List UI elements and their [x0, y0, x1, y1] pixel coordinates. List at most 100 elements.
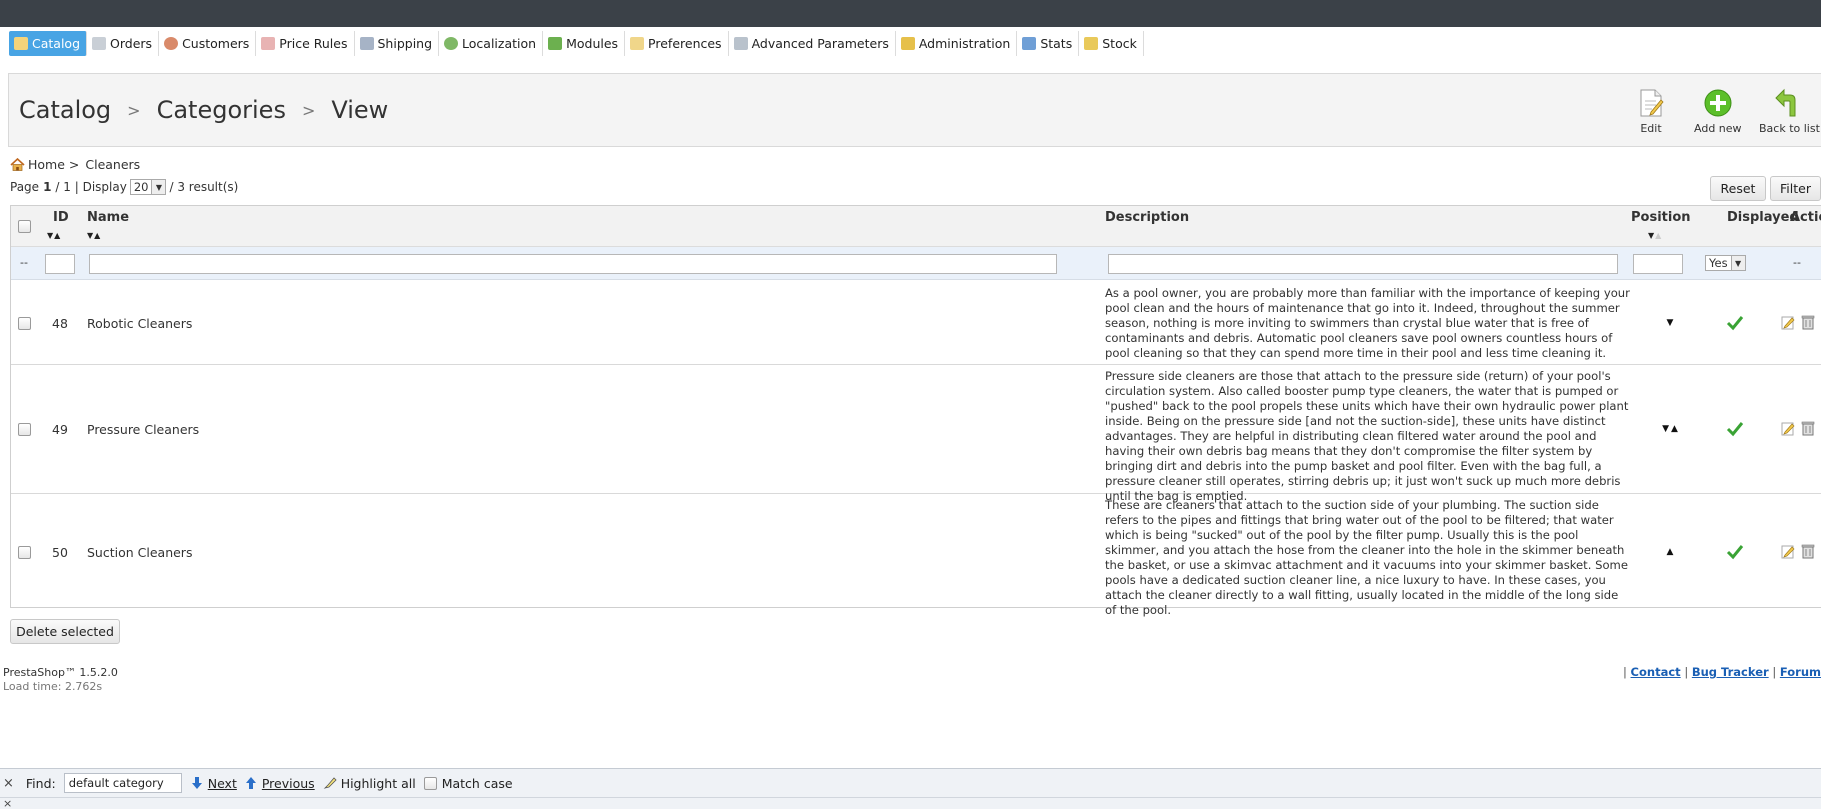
price-rules-icon [261, 37, 276, 50]
delete-selected-button[interactable]: Delete selected [10, 619, 120, 644]
filter-position-input[interactable] [1633, 254, 1683, 274]
match-case-checkbox[interactable]: Match case [423, 776, 513, 791]
row-checkbox[interactable] [18, 423, 31, 436]
enabled-check-icon[interactable] [1726, 421, 1744, 437]
table-row[interactable]: 50 Suction Cleaners These are cleaners t… [11, 494, 1821, 617]
page-title: Catalog > Categories > View [19, 96, 388, 124]
menu-administration[interactable]: Administration [896, 31, 1018, 56]
browser-top-bar [0, 0, 1821, 27]
chevron-right-icon: > [301, 100, 316, 120]
page-toolbar: Catalog > Categories > View Edit Add new… [8, 73, 1821, 147]
display-count-select[interactable]: 20 ▼ [129, 179, 167, 195]
table-row[interactable]: 48 Robotic Cleaners As a pool owner, you… [11, 281, 1821, 365]
filter-button[interactable]: Filter [1770, 176, 1821, 201]
sort-id-arrows[interactable]: ▼▲ [47, 231, 61, 240]
cart-icon [92, 37, 107, 50]
add-new-button[interactable]: Add new [1694, 88, 1742, 135]
menu-localization[interactable]: Localization [439, 31, 544, 56]
delete-trash-icon[interactable] [1801, 421, 1815, 436]
title-crumb-catalog[interactable]: Catalog [19, 96, 111, 124]
back-arrow-icon [1775, 88, 1796, 117]
chevron-down-icon: ▼ [1730, 256, 1745, 270]
row-description: Pressure side cleaners are those that at… [1105, 369, 1629, 503]
edit-pencil-icon[interactable] [1781, 315, 1795, 330]
footer-bug-tracker-link[interactable]: Bug Tracker [1692, 665, 1769, 679]
filter-checkbox-placeholder: -- [20, 256, 28, 269]
edit-button[interactable]: Edit [1637, 88, 1665, 135]
breadcrumb-current: Cleaners [85, 157, 141, 172]
table-row[interactable]: 49 Pressure Cleaners Pressure side clean… [11, 365, 1821, 503]
reset-button[interactable]: Reset [1710, 176, 1766, 201]
add-new-label: Add new [1694, 122, 1742, 135]
match-case-box[interactable] [423, 776, 437, 790]
table-header: ID ▼▲ Name ▼▲ Description Position ▼▲ Di… [11, 206, 1821, 247]
edit-pencil-icon[interactable] [1781, 544, 1795, 559]
close-find-bar-icon[interactable]: × [3, 776, 14, 791]
row-name[interactable]: Pressure Cleaners [87, 422, 199, 437]
row-name[interactable]: Robotic Cleaners [87, 316, 192, 331]
menu-stats[interactable]: Stats [1017, 31, 1080, 56]
footer-contact-link[interactable]: Contact [1631, 665, 1681, 679]
menu-modules-label: Modules [566, 36, 619, 51]
menu-catalog[interactable]: Catalog [9, 31, 88, 56]
position-move-arrows[interactable]: ▼▲ [1651, 424, 1691, 434]
truck-icon [359, 37, 374, 50]
menu-stock[interactable]: Stock [1079, 31, 1144, 56]
filter-displayed-value: Yes [1709, 256, 1728, 270]
chart-icon [1022, 37, 1037, 50]
position-move-arrows[interactable]: ▼ [1651, 318, 1691, 328]
enabled-check-icon[interactable] [1726, 315, 1744, 331]
add-circle-icon [1704, 89, 1732, 117]
find-previous-button[interactable]: Previous [245, 776, 315, 791]
menu-customers[interactable]: Customers [159, 31, 257, 56]
menu-orders[interactable]: Orders [87, 31, 160, 56]
menu-price-rules[interactable]: Price Rules [256, 31, 355, 56]
row-id: 49 [52, 422, 68, 437]
enabled-check-icon[interactable] [1726, 544, 1744, 560]
menu-customers-label: Customers [182, 36, 250, 51]
breadcrumb-home-link[interactable]: Home > [28, 157, 79, 172]
filter-row: -- Yes ▼ -- [11, 247, 1821, 280]
filter-description-input[interactable] [1108, 254, 1618, 274]
sort-position-arrows[interactable]: ▼▲ [1648, 231, 1662, 240]
column-header-description: Description [1105, 210, 1190, 225]
row-checkbox[interactable] [18, 546, 31, 559]
find-input[interactable]: default category [63, 773, 182, 793]
page-prefix-label: Page [10, 180, 40, 194]
filter-actions-placeholder: -- [1793, 256, 1801, 269]
filter-name-input[interactable] [89, 254, 1057, 274]
find-next-label: Next [207, 775, 237, 791]
footer-version: PrestaShop™ 1.5.2.0 [3, 666, 118, 679]
column-header-position: Position [1631, 210, 1691, 225]
row-checkbox[interactable] [18, 317, 31, 330]
select-all-checkbox[interactable] [18, 220, 31, 233]
back-to-list-button[interactable]: Back to list [1759, 88, 1820, 135]
highlighter-icon [323, 777, 337, 789]
menu-shipping[interactable]: Shipping [355, 31, 440, 56]
sort-name-arrows[interactable]: ▼▲ [87, 231, 101, 240]
current-page: 1 [43, 180, 52, 194]
position-move-arrows[interactable]: ▲ [1651, 547, 1691, 557]
edit-pencil-icon[interactable] [1781, 421, 1795, 436]
display-count-value: 20 [133, 180, 149, 194]
menu-advanced-parameters[interactable]: Advanced Parameters [729, 31, 896, 56]
delete-trash-icon[interactable] [1801, 544, 1815, 559]
filter-id-input[interactable] [45, 254, 75, 274]
row-name[interactable]: Suction Cleaners [87, 545, 192, 560]
highlight-all-button[interactable]: Highlight all [323, 776, 416, 791]
wrench-icon [733, 37, 748, 50]
delete-trash-icon[interactable] [1801, 315, 1815, 330]
menu-advanced-parameters-label: Advanced Parameters [751, 36, 889, 51]
title-crumb-categories[interactable]: Categories [157, 96, 286, 124]
close-icon[interactable]: × [3, 797, 12, 809]
find-next-button[interactable]: Next [191, 776, 237, 791]
row-id: 48 [52, 316, 68, 331]
menu-preferences[interactable]: Preferences [625, 31, 729, 56]
row-id: 50 [52, 545, 68, 560]
browser-find-bar: × Find: default category Next Previous H… [0, 768, 1821, 797]
menu-administration-label: Administration [918, 36, 1011, 51]
filter-displayed-select[interactable]: Yes ▼ [1705, 255, 1746, 271]
folder-icon [1084, 37, 1099, 50]
footer-forum-link[interactable]: Forum [1780, 665, 1821, 679]
menu-modules[interactable]: Modules [543, 31, 626, 56]
